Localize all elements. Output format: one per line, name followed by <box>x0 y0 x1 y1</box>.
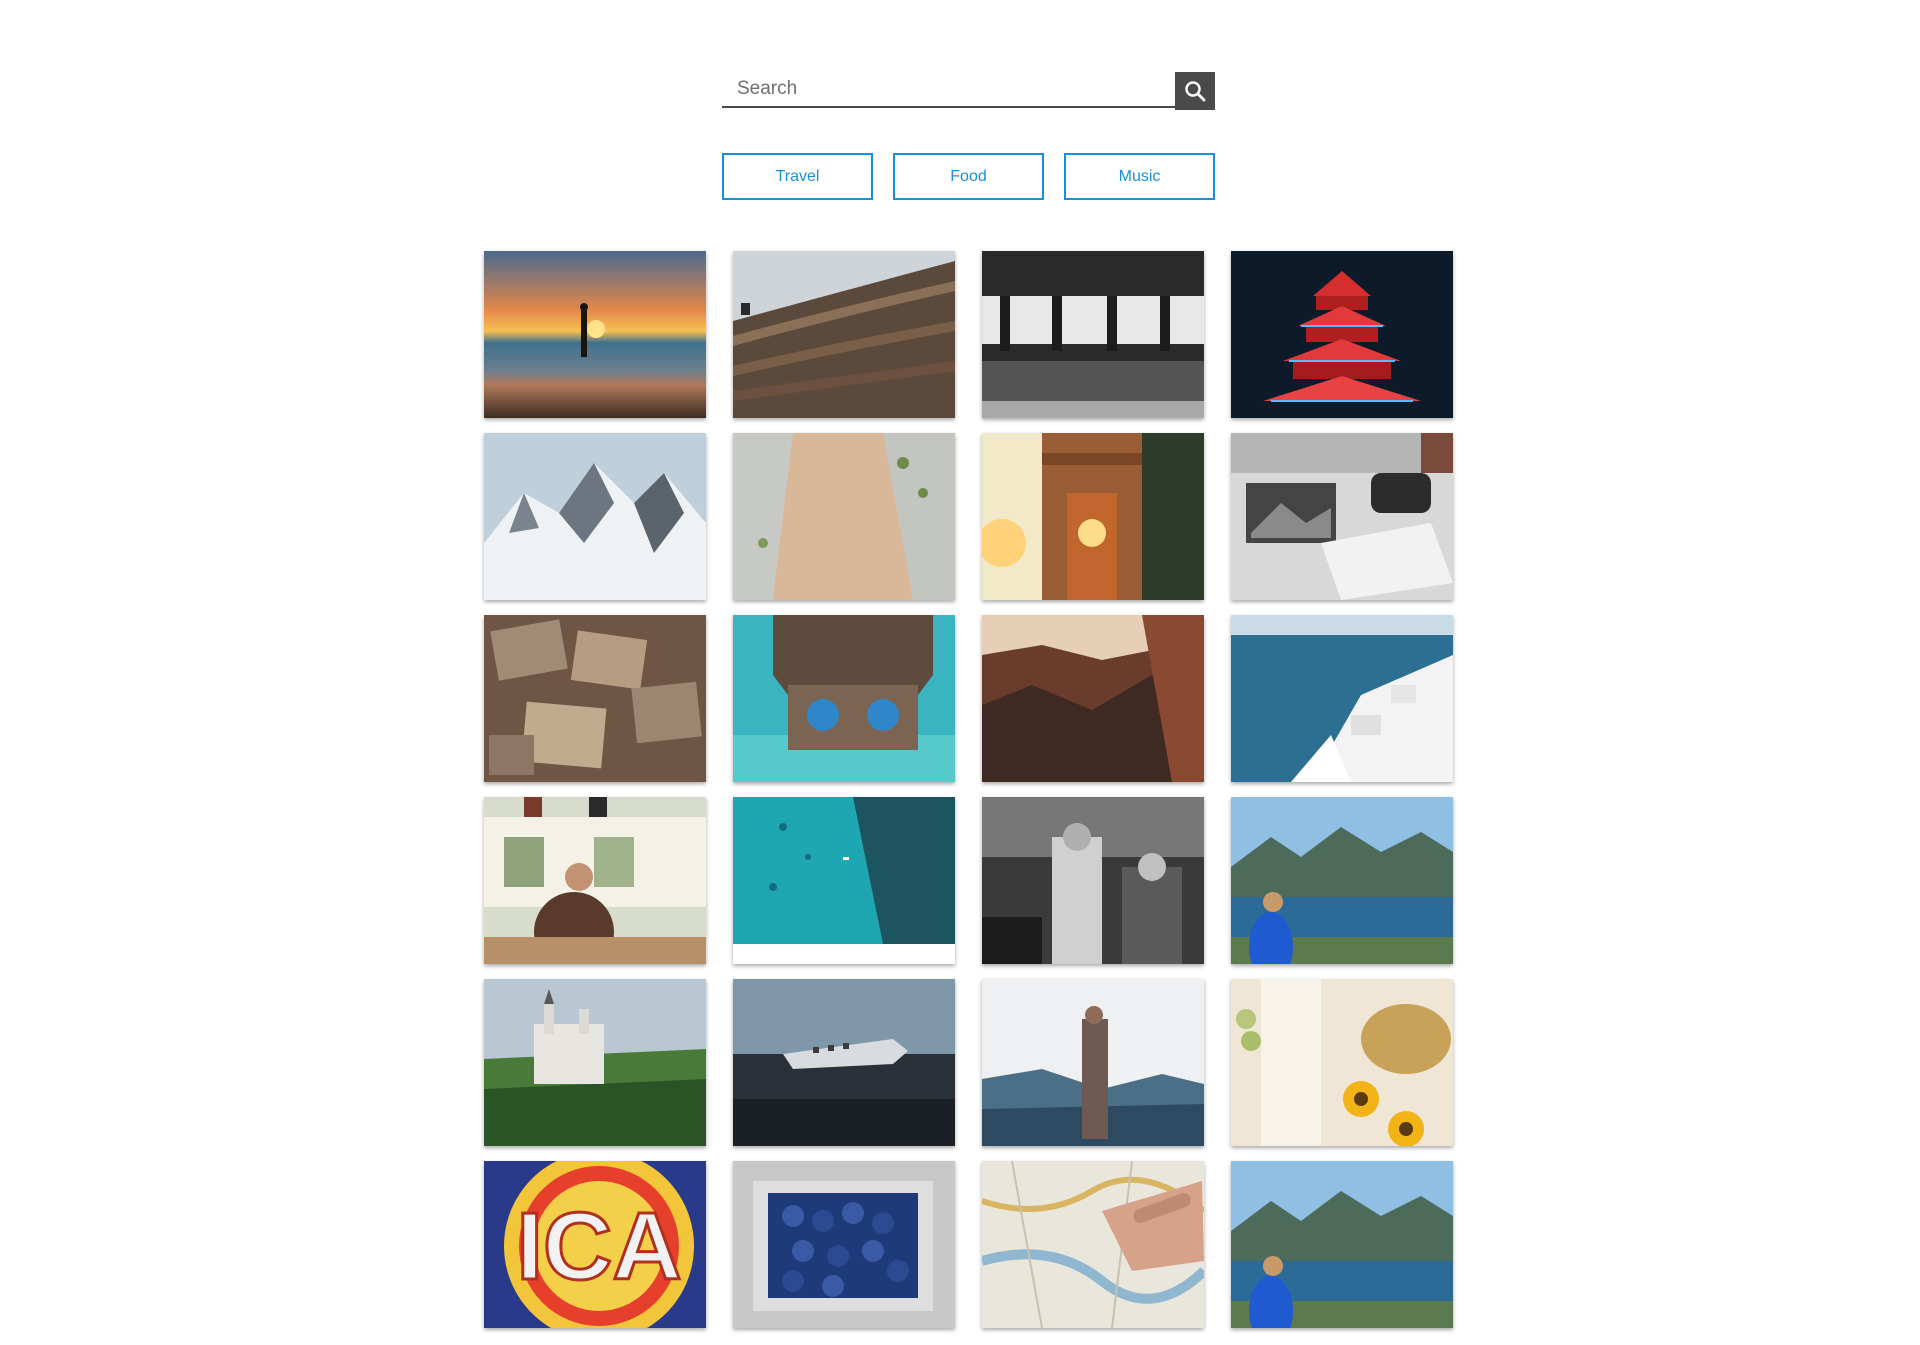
category-button-food[interactable]: Food <box>893 153 1044 200</box>
photo-tile[interactable] <box>982 433 1204 600</box>
category-filters: Travel Food Music <box>722 153 1215 200</box>
photo-tile[interactable] <box>1231 251 1453 418</box>
photo-tile[interactable] <box>733 433 955 600</box>
search-input[interactable] <box>722 72 1175 108</box>
photo-tile[interactable] <box>733 1161 955 1328</box>
category-button-music[interactable]: Music <box>1064 153 1215 200</box>
search-button[interactable] <box>1175 72 1215 110</box>
photo-tile[interactable] <box>484 251 706 418</box>
photo-tile[interactable] <box>484 979 706 1146</box>
photo-tile[interactable] <box>733 979 955 1146</box>
photo-tile[interactable] <box>1231 615 1453 782</box>
search-icon <box>1183 79 1207 103</box>
photo-tile[interactable] <box>1231 433 1453 600</box>
photo-tile[interactable]: ICA <box>484 1161 706 1328</box>
photo-tile[interactable] <box>982 979 1204 1146</box>
photo-tile[interactable] <box>484 615 706 782</box>
photo-tile[interactable] <box>1231 979 1453 1146</box>
search-bar <box>722 72 1215 110</box>
photo-tile[interactable] <box>982 615 1204 782</box>
photo-tile[interactable] <box>733 251 955 418</box>
photo-tile[interactable] <box>1231 797 1453 964</box>
svg-text:ICA: ICA <box>516 1193 681 1300</box>
photo-tile[interactable] <box>733 615 955 782</box>
photo-tile[interactable] <box>982 251 1204 418</box>
photo-tile[interactable] <box>484 797 706 964</box>
category-button-travel[interactable]: Travel <box>722 153 873 200</box>
photo-tile[interactable] <box>733 797 955 964</box>
photo-tile[interactable] <box>484 433 706 600</box>
photo-tile[interactable] <box>982 1161 1204 1328</box>
photo-tile[interactable] <box>1231 1161 1453 1328</box>
photo-tile[interactable] <box>982 797 1204 964</box>
